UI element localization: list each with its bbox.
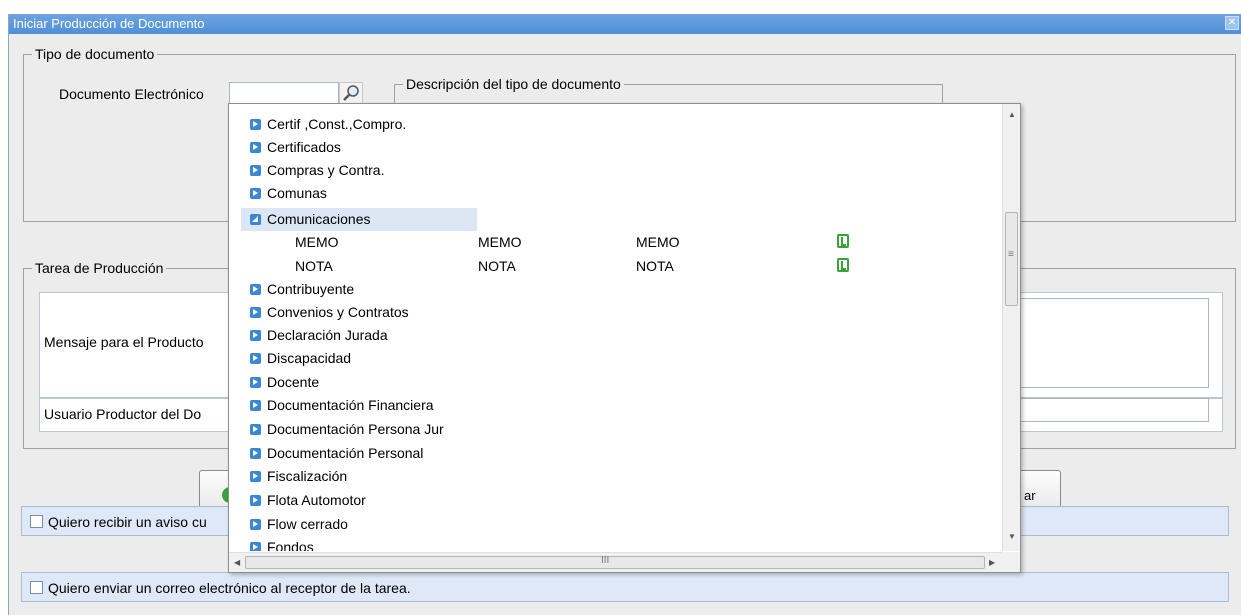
expand-icon <box>250 377 261 388</box>
grip-icon: ≡ <box>1008 249 1014 260</box>
tree-node-label: Comunicaciones <box>267 211 371 227</box>
tree-node[interactable]: Discapacidad <box>241 347 477 370</box>
expand-icon <box>250 400 261 411</box>
scroll-left-icon[interactable]: ◀ <box>234 558 240 567</box>
tree-node-label: Declaración Jurada <box>267 327 388 343</box>
expand-icon <box>250 448 261 459</box>
child-acronimo: MEMO <box>295 234 339 250</box>
scroll-up-icon[interactable]: ▲ <box>1008 110 1016 119</box>
usuario-label: Usuario Productor del Do <box>44 406 202 422</box>
expand-icon <box>250 119 261 130</box>
tree-node-label: Documentación Persona Jur <box>267 421 444 437</box>
tree-node[interactable]: Contribuyente <box>241 278 477 301</box>
tree-node[interactable]: Comunas <box>241 182 477 205</box>
tree-node-label: Certif ,Const.,Compro. <box>267 116 407 132</box>
window-title: Iniciar Producción de Documento <box>13 16 205 31</box>
tree-node[interactable]: Declaración Jurada <box>241 324 477 347</box>
tree-node-label: Compras y Contra. <box>267 162 385 178</box>
search-button[interactable] <box>339 82 363 104</box>
horizontal-scroll-thumb[interactable]: III <box>245 555 985 569</box>
correo-checkbox-label: Quiero enviar un correo electrónico al r… <box>48 580 411 596</box>
tree-node-label: Certificados <box>267 139 341 155</box>
tree-node-label: Comunas <box>267 185 327 201</box>
expand-icon <box>250 330 261 341</box>
expand-icon <box>250 353 261 364</box>
tree-node-label: Fondos <box>267 539 314 551</box>
mensaje-label: Mensaje para el Producto <box>44 334 204 350</box>
expand-icon <box>250 165 261 176</box>
expand-icon <box>250 142 261 153</box>
descripcion-legend: Descripción del tipo de documento <box>406 76 621 92</box>
tree-node-label: Documentación Financiera <box>267 397 434 413</box>
tree-node[interactable]: Documentación Persona Jur <box>241 418 477 441</box>
tree-node-selected[interactable]: Comunicaciones <box>241 208 477 231</box>
expand-icon <box>250 307 261 318</box>
document-icon <box>837 258 849 272</box>
tree-node[interactable]: Certificados <box>241 136 477 159</box>
expand-icon <box>250 424 261 435</box>
scroll-down-icon[interactable]: ▼ <box>1008 532 1016 541</box>
expand-icon <box>250 542 261 551</box>
tree-node[interactable]: Compras y Contra. <box>241 159 477 182</box>
tree-node[interactable]: Flow cerrado <box>241 513 477 536</box>
usuario-input[interactable] <box>1019 398 1209 422</box>
tree-node-label: Flow cerrado <box>267 516 348 532</box>
tree-node-label: Discapacidad <box>267 350 352 366</box>
search-icon <box>343 85 359 101</box>
aviso-checkbox[interactable] <box>30 515 43 528</box>
expand-icon <box>250 188 261 199</box>
grip-icon: III <box>601 555 610 566</box>
scroll-corner <box>1002 552 1020 572</box>
tree-node[interactable]: Fiscalización <box>241 465 477 488</box>
horizontal-scrollbar[interactable]: ◀ III ▶ <box>229 552 1004 572</box>
expand-icon <box>250 284 261 295</box>
document-type-tree[interactable]: Certif ,Const.,Compro. Certificados Comp… <box>229 104 1004 551</box>
mensaje-textarea[interactable] <box>1019 298 1209 388</box>
tree-node[interactable]: Certif ,Const.,Compro. <box>241 113 477 136</box>
cancel-button-label: ar <box>1024 488 1036 503</box>
documento-electronico-label: Documento Electrónico <box>59 86 204 102</box>
child-descripcion: NOTA <box>636 258 674 274</box>
expand-icon <box>250 471 261 482</box>
title-bar: Iniciar Producción de Documento ✕ <box>9 14 1241 34</box>
tree-node[interactable]: Convenios y Contratos <box>241 301 477 324</box>
correo-checkbox-row[interactable]: Quiero enviar un correo electrónico al r… <box>21 572 1229 602</box>
document-icon <box>837 234 849 248</box>
document-type-dropdown[interactable]: Certif ,Const.,Compro. Certificados Comp… <box>228 103 1021 573</box>
child-nombre: MEMO <box>478 234 522 250</box>
vertical-scrollbar[interactable]: ▲ ≡ ▼ <box>1002 104 1020 551</box>
tipo-documento-legend: Tipo de documento <box>35 46 155 62</box>
expand-icon <box>250 519 261 530</box>
tree-node[interactable]: Fondos <box>241 536 477 551</box>
tree-node[interactable]: Flota Automotor <box>241 489 477 512</box>
correo-checkbox[interactable] <box>30 581 43 594</box>
tree-node[interactable]: Docente <box>241 371 477 394</box>
collapse-icon <box>250 214 261 225</box>
tree-node-label: Convenios y Contratos <box>267 304 409 320</box>
tree-node-label: Contribuyente <box>267 281 355 297</box>
tree-node-label: Docente <box>267 374 320 390</box>
vertical-scroll-thumb[interactable]: ≡ <box>1005 212 1018 306</box>
child-descripcion: MEMO <box>636 234 680 250</box>
tree-node-label: Flota Automotor <box>267 492 366 508</box>
tree-node-label: Documentación Personal <box>267 445 424 461</box>
aviso-checkbox-label: Quiero recibir un aviso cu <box>48 514 207 530</box>
child-nombre: NOTA <box>478 258 516 274</box>
tree-node-partial <box>241 104 477 106</box>
child-acronimo: NOTA <box>295 258 333 274</box>
tarea-produccion-legend: Tarea de Producción <box>35 260 164 276</box>
tree-node-label: Fiscalización <box>267 468 348 484</box>
scroll-right-icon[interactable]: ▶ <box>989 558 995 567</box>
tree-node[interactable]: Documentación Personal <box>241 442 477 465</box>
close-icon[interactable]: ✕ <box>1225 16 1239 30</box>
expand-icon <box>250 495 261 506</box>
tree-node[interactable]: Documentación Financiera <box>241 394 477 417</box>
